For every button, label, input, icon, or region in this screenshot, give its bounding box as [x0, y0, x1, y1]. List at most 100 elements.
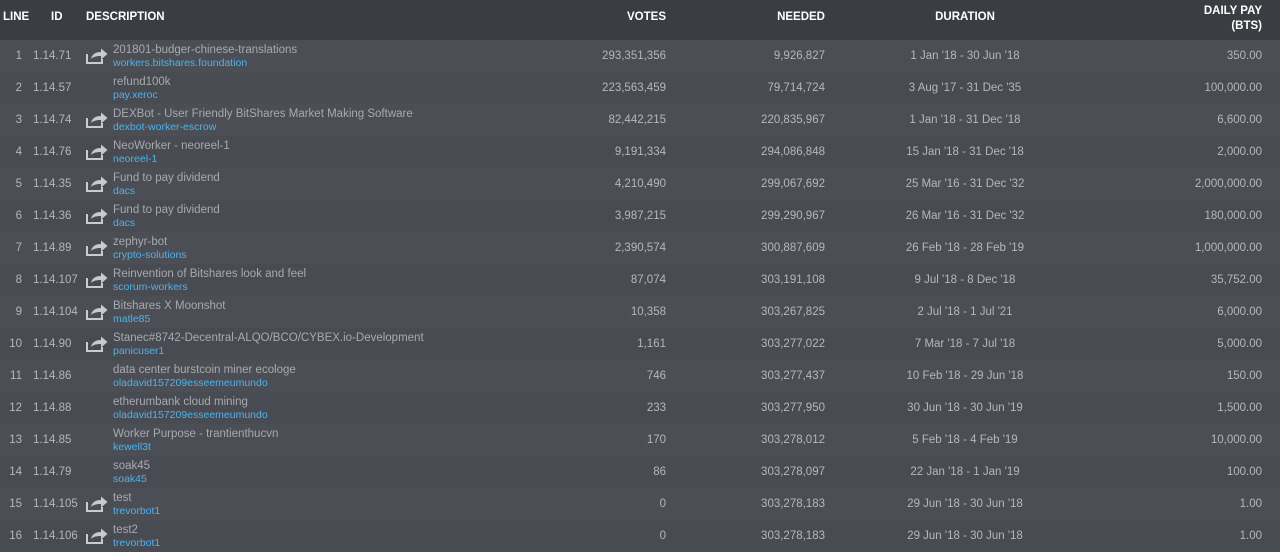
share-icon[interactable] — [85, 271, 109, 289]
worker-account-link[interactable]: dacs — [113, 185, 220, 198]
worker-id: 1.14.74 — [33, 114, 72, 126]
duration-value: 1 Jan '18 - 31 Dec '18 — [909, 114, 1021, 126]
worker-name: Fund to pay dividend — [113, 172, 220, 184]
table-row[interactable]: 11 1.14.86 data center burstcoin miner eco… — [0, 360, 1280, 392]
worker-account-link[interactable]: oladavid157209esseemeumundo — [113, 409, 268, 422]
worker-account-link[interactable]: panicuser1 — [113, 345, 424, 358]
needed-value: 300,887,609 — [761, 242, 825, 254]
worker-name: Bitshares X Moonshot — [113, 300, 226, 312]
column-header-id[interactable]: ID — [51, 11, 63, 23]
duration-value: 9 Jul '18 - 8 Dec '18 — [914, 274, 1016, 286]
duration-value: 15 Jan '18 - 31 Dec '18 — [906, 146, 1024, 158]
worker-account-link[interactable]: workers.bitshares.foundation — [113, 57, 297, 70]
share-icon[interactable] — [85, 527, 109, 545]
share-icon[interactable] — [85, 111, 109, 129]
table-row[interactable]: 2 1.14.57 refund100k pay.xeroc 223,563,459 79… — [0, 72, 1280, 104]
worker-account-link[interactable]: crypto-solutions — [113, 249, 187, 262]
daily-pay-value: 2,000,000.00 — [1194, 178, 1262, 190]
worker-description: Bitshares X Moonshot matle85 — [113, 300, 226, 326]
worker-description: Fund to pay dividend dacs — [113, 172, 220, 198]
votes-value: 4,210,490 — [614, 178, 666, 190]
daily-pay-value: 180,000.00 — [1204, 210, 1262, 222]
worker-account-link[interactable]: trevorbot1 — [113, 505, 160, 518]
worker-id: 1.14.76 — [33, 146, 72, 158]
worker-account-link[interactable]: matle85 — [113, 313, 226, 326]
worker-description: Stanec#8742-Decentral-ALQO/BCO/CYBEX.io-… — [113, 332, 424, 358]
column-header-votes[interactable]: VOTES — [627, 11, 666, 23]
share-icon[interactable] — [85, 495, 109, 513]
line-number: 11 — [10, 370, 22, 382]
duration-value: 7 Mar '18 - 7 Jul '18 — [914, 338, 1016, 350]
needed-value: 303,278,183 — [761, 498, 825, 510]
table-row[interactable]: 10 1.14.90 Stanec#8742-Decentral-ALQO/BCO/… — [0, 328, 1280, 360]
worker-account-link[interactable]: pay.xeroc — [113, 89, 171, 102]
needed-value: 303,267,825 — [761, 306, 825, 318]
votes-value: 82,442,215 — [608, 114, 666, 126]
daily-pay-value: 10,000.00 — [1210, 434, 1262, 446]
share-icon[interactable] — [85, 175, 109, 193]
worker-name: data center burstcoin miner ecologe — [113, 364, 296, 376]
worker-account-link[interactable]: scorum-workers — [113, 281, 306, 294]
worker-name: test — [113, 492, 132, 504]
worker-account-link[interactable]: oladavid157209esseemeumundo — [113, 377, 296, 390]
table-row[interactable]: 1 1.14.71 201801-budger-chinese-translatio… — [0, 40, 1280, 72]
votes-value: 233 — [646, 402, 666, 414]
table-row[interactable]: 4 1.14.76 NeoWorker - neoreel-1 neoreel-1 9,… — [0, 136, 1280, 168]
worker-name: 201801-budger-chinese-translations — [113, 44, 298, 56]
column-header-line[interactable]: LINE — [3, 11, 29, 23]
daily-pay-value: 1,000,000.00 — [1194, 242, 1262, 254]
worker-account-link[interactable]: dacs — [113, 217, 220, 230]
worker-name: refund100k — [113, 76, 171, 88]
needed-value: 294,086,848 — [761, 146, 825, 158]
table-row[interactable]: 13 1.14.85 Worker Purpose - trantienthucvn… — [0, 424, 1280, 456]
share-icon[interactable] — [85, 143, 109, 161]
table-row[interactable]: 9 1.14.104 Bitshares X Moonshot matle85 10,3… — [0, 296, 1280, 328]
worker-description: refund100k pay.xeroc — [113, 76, 171, 102]
worker-description: 201801-budger-chinese-translations worker… — [113, 44, 297, 70]
worker-description: test trevorbot1 — [113, 492, 160, 518]
line-number: 10 — [9, 338, 22, 350]
column-header-description[interactable]: DESCRIPTION — [86, 11, 165, 23]
share-icon[interactable] — [85, 335, 109, 353]
worker-account-link[interactable]: kewell3t — [113, 441, 278, 454]
worker-description: DEXBot - User Friendly BitShares Market … — [113, 108, 413, 134]
column-header-needed[interactable]: NEEDED — [777, 11, 825, 23]
duration-value: 26 Mar '16 - 31 Dec '32 — [905, 210, 1025, 222]
worker-account-link[interactable]: trevorbot1 — [113, 537, 160, 550]
needed-value: 303,277,022 — [761, 338, 825, 350]
table-row[interactable]: 12 1.14.88 etherumbank cloud mining oladavi… — [0, 392, 1280, 424]
duration-value: 30 Jun '18 - 30 Jun '19 — [907, 402, 1023, 414]
worker-name: Reinvention of Bitshares look and feel — [113, 268, 307, 280]
table-row[interactable]: 14 1.14.79 soak45 soak45 86 303,278,097 22 Jan… — [0, 456, 1280, 488]
worker-id: 1.14.88 — [33, 402, 72, 414]
votes-value: 0 — [659, 530, 666, 542]
table-row[interactable]: 5 1.14.35 Fund to pay dividend dacs 4,210,49… — [0, 168, 1280, 200]
worker-account-link[interactable]: soak45 — [113, 473, 150, 486]
votes-value: 2,390,574 — [614, 242, 666, 254]
daily-pay-value: 2,000.00 — [1217, 146, 1262, 158]
column-header-duration[interactable]: DURATION — [880, 11, 1050, 23]
share-icon[interactable] — [85, 47, 109, 65]
table-row[interactable]: 6 1.14.36 Fund to pay dividend dacs 3,987,21… — [0, 200, 1280, 232]
worker-description: test2 trevorbot1 — [113, 524, 160, 550]
table-row[interactable]: 3 1.14.74 DEXBot - User Friendly BitShares… — [0, 104, 1280, 136]
daily-pay-value: 6,000.00 — [1217, 306, 1262, 318]
table-row[interactable]: 15 1.14.105 test trevorbot1 0 303,278,183 29 J… — [0, 488, 1280, 520]
needed-value: 303,277,950 — [761, 402, 825, 414]
table-row[interactable]: 8 1.14.107 Reinvention of Bitshares look a… — [0, 264, 1280, 296]
worker-account-link[interactable]: dexbot-worker-escrow — [113, 121, 413, 134]
worker-account-link[interactable]: neoreel-1 — [113, 153, 230, 166]
daily-pay-value: 1.00 — [1239, 498, 1262, 510]
duration-value: 1 Jan '18 - 30 Jun '18 — [910, 50, 1020, 62]
share-icon[interactable] — [85, 239, 109, 257]
share-icon[interactable] — [85, 207, 109, 225]
table-row[interactable]: 16 1.14.106 test2 trevorbot1 0 303,278,183 29 … — [0, 520, 1280, 552]
share-icon[interactable] — [85, 303, 109, 321]
worker-name: DEXBot - User Friendly BitShares Market … — [113, 108, 413, 120]
worker-name: soak45 — [113, 460, 151, 472]
votes-value: 3,987,215 — [614, 210, 666, 222]
daily-pay-value: 6,600.00 — [1217, 114, 1262, 126]
duration-value: 3 Aug '17 - 31 Dec '35 — [908, 82, 1022, 94]
column-header-daily-pay[interactable]: DAILY PAY (BTS) — [1204, 4, 1262, 34]
table-row[interactable]: 7 1.14.89 zephyr-bot crypto-solutions 2,390,… — [0, 232, 1280, 264]
